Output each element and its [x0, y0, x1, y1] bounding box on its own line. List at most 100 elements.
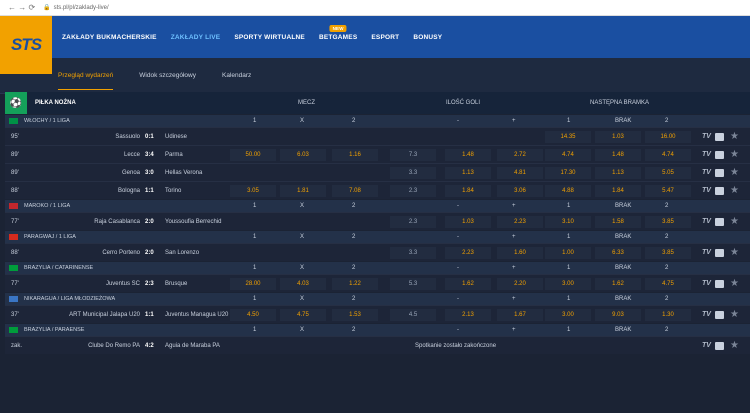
odds-button[interactable]: 50.00: [230, 149, 276, 161]
favorite-star-icon[interactable]: ★: [730, 340, 739, 351]
favorite-star-icon[interactable]: ★: [730, 247, 739, 258]
odds-button[interactable]: 4.88: [545, 185, 591, 197]
odds-button[interactable]: 1.13: [445, 167, 491, 179]
odds-button[interactable]: 1.60: [497, 247, 543, 259]
odds-button[interactable]: 3.85: [645, 216, 691, 228]
stats-icon[interactable]: [715, 218, 724, 226]
col-label: 2: [352, 296, 356, 302]
odds-button[interactable]: 14.35: [545, 131, 591, 143]
odds-button[interactable]: 2.13: [445, 309, 491, 321]
odds-button[interactable]: 7.08: [332, 185, 378, 197]
odds-button[interactable]: 28.00: [230, 278, 276, 290]
odds-button[interactable]: 4.75: [645, 278, 691, 290]
favorite-star-icon[interactable]: ★: [730, 185, 739, 196]
odds-button[interactable]: 3.06: [497, 185, 543, 197]
odds-button[interactable]: 1.03: [445, 216, 491, 228]
odds-button[interactable]: 1.58: [595, 216, 641, 228]
match-row[interactable]: 88' Cerro Porteno 2:0 San Lorenzo 3.3 2.23 1.6…: [5, 243, 750, 261]
odds-button[interactable]: 2.72: [497, 149, 543, 161]
stats-icon[interactable]: [715, 311, 724, 319]
odds-button[interactable]: 4.74: [545, 149, 591, 161]
odds-button[interactable]: 4.81: [497, 167, 543, 179]
odds-button[interactable]: 4.75: [280, 309, 326, 321]
odds-button[interactable]: 5.47: [645, 185, 691, 197]
match-row[interactable]: zak. Clube Do Remo PA 4:2 Aguia de Maraba P…: [5, 336, 750, 354]
odds-button[interactable]: 6.03: [280, 149, 326, 161]
odds-button[interactable]: 3.85: [645, 247, 691, 259]
odds-button[interactable]: 3.10: [545, 216, 591, 228]
menu-item-2[interactable]: SPORTY WIRTUALNE: [234, 34, 305, 41]
odds-button[interactable]: 9.03: [595, 309, 641, 321]
odds-button[interactable]: 1.03: [595, 131, 641, 143]
subtab-1[interactable]: Widok szczegółowy: [139, 62, 196, 89]
odds-button[interactable]: 2.20: [497, 278, 543, 290]
favorite-star-icon[interactable]: ★: [730, 278, 739, 289]
menu-item-5[interactable]: BONUSY: [413, 34, 442, 41]
tv-icon[interactable]: TV: [702, 133, 711, 140]
tv-icon[interactable]: TV: [702, 249, 711, 256]
odds-button[interactable]: 1.53: [332, 309, 378, 321]
menu-item-3[interactable]: BETGAMES NEW: [319, 24, 357, 41]
tv-icon[interactable]: TV: [702, 311, 711, 318]
match-row[interactable]: 37' ART Municipal Jalapa U20 1:1 Juventus M…: [5, 305, 750, 323]
match-minute: 77': [11, 219, 19, 225]
tv-icon[interactable]: TV: [702, 280, 711, 287]
odds-button[interactable]: 5.05: [645, 167, 691, 179]
tv-icon[interactable]: TV: [702, 169, 711, 176]
odds-button[interactable]: 3.00: [545, 278, 591, 290]
stats-icon[interactable]: [715, 280, 724, 288]
odds-button[interactable]: 4.74: [645, 149, 691, 161]
subtab-0[interactable]: Przegląd wydarzeń: [58, 62, 114, 90]
odds-button[interactable]: 1.30: [645, 309, 691, 321]
odds-button[interactable]: 4.50: [230, 309, 276, 321]
menu-item-4[interactable]: ESPORT: [371, 34, 399, 41]
match-row[interactable]: 89' Genoa 3:0 Hellas Verona 3.3 1.13 4.81 17.30…: [5, 163, 750, 181]
favorite-star-icon[interactable]: ★: [730, 309, 739, 320]
browser-nav-icons[interactable]: ← → ⟳: [8, 3, 35, 12]
odds-button[interactable]: 1.62: [595, 278, 641, 290]
match-row[interactable]: 77' Juventus SC 2:3 Brusque 28.00 4.03 1.22 5.3…: [5, 274, 750, 292]
match-row[interactable]: 95' Sassuolo 0:1 Udinese 14.35 1.03 16.00 TV ★: [5, 127, 750, 145]
tv-icon[interactable]: TV: [702, 187, 711, 194]
odds-button[interactable]: 6.33: [595, 247, 641, 259]
menu-item-0[interactable]: ZAKŁADY BUKMACHERSKIE: [62, 34, 157, 41]
odds-button[interactable]: 3.05: [230, 185, 276, 197]
odds-button[interactable]: 2.23: [445, 247, 491, 259]
stats-icon[interactable]: [715, 151, 724, 159]
odds-button[interactable]: 4.03: [280, 278, 326, 290]
odds-button[interactable]: 1.22: [332, 278, 378, 290]
match-row[interactable]: 77' Raja Casablanca 2:0 Youssoufia Berrechi…: [5, 212, 750, 230]
subtab-2[interactable]: Kalendarz: [222, 62, 251, 89]
stats-icon[interactable]: [715, 169, 724, 177]
stats-icon[interactable]: [715, 342, 724, 350]
odds-button[interactable]: 1.48: [445, 149, 491, 161]
sts-logo[interactable]: STS: [0, 16, 52, 74]
odds-button[interactable]: 1.16: [332, 149, 378, 161]
stats-icon[interactable]: [715, 187, 724, 195]
stats-icon[interactable]: [715, 249, 724, 257]
address-bar[interactable]: 🔒 sts.pl/pl/zaklady-live/: [43, 4, 109, 12]
match-row[interactable]: 89' Lecce 3:4 Parma 50.00 6.03 1.16 7.3 1.48 2.72…: [5, 145, 750, 163]
favorite-star-icon[interactable]: ★: [730, 149, 739, 160]
stats-icon[interactable]: [715, 133, 724, 141]
odds-button[interactable]: 1.84: [595, 185, 641, 197]
favorite-star-icon[interactable]: ★: [730, 131, 739, 142]
odds-button[interactable]: 1.84: [445, 185, 491, 197]
favorite-star-icon[interactable]: ★: [730, 167, 739, 178]
odds-button[interactable]: 1.13: [595, 167, 641, 179]
match-row[interactable]: 88' Bologna 1:1 Torino 3.05 1.81 7.08 2.3 1.84 3.…: [5, 181, 750, 199]
odds-button[interactable]: 1.62: [445, 278, 491, 290]
odds-button[interactable]: 17.30: [545, 167, 591, 179]
menu-item-1[interactable]: ZAKŁADY LIVE: [171, 34, 221, 41]
odds-button[interactable]: 1.48: [595, 149, 641, 161]
odds-button[interactable]: 1.67: [497, 309, 543, 321]
odds-button[interactable]: 2.23: [497, 216, 543, 228]
tv-icon[interactable]: TV: [702, 218, 711, 225]
odds-button[interactable]: 1.81: [280, 185, 326, 197]
tv-icon[interactable]: TV: [702, 151, 711, 158]
odds-button[interactable]: 1.00: [545, 247, 591, 259]
favorite-star-icon[interactable]: ★: [730, 216, 739, 227]
tv-icon[interactable]: TV: [702, 342, 711, 349]
odds-button[interactable]: 16.00: [645, 131, 691, 143]
odds-button[interactable]: 3.00: [545, 309, 591, 321]
